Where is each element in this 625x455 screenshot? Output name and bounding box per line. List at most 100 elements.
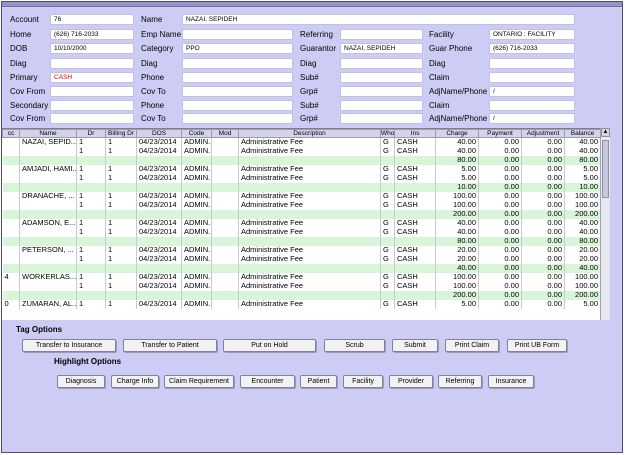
primary-claim-field[interactable] (489, 72, 575, 83)
cell-dr: 1 (76, 200, 106, 210)
cell-description: Administrative Fee (238, 173, 381, 183)
encounter-button[interactable]: Encounter (240, 375, 295, 388)
subtotal-row[interactable]: 80.00 0.00 0.00 80.00 (2, 155, 600, 165)
column-header-ins[interactable]: Ins (394, 129, 436, 138)
primary-insurance-field[interactable]: CASH (50, 72, 134, 83)
secondary-insurance-field[interactable] (50, 100, 134, 111)
column-header-charge[interactable]: Charge (435, 129, 479, 138)
table-row[interactable]: 1 1 04/23/2014 ADMIN... Administrative Fee G C… (2, 281, 600, 291)
primary-sub-field[interactable] (340, 72, 423, 83)
primary-grp-field[interactable] (340, 86, 423, 97)
cell-payment: 0.00 (478, 299, 522, 309)
scrub-button[interactable]: Scrub (324, 339, 385, 352)
cell-dr: 1 (76, 272, 106, 282)
account-field[interactable]: 76 (50, 14, 134, 25)
secondary-grp-field[interactable] (340, 113, 423, 124)
cell-name (19, 155, 77, 165)
category-field[interactable]: PPO (182, 43, 293, 54)
column-header-description[interactable]: Description (238, 129, 381, 138)
secondary-phone-field[interactable] (182, 100, 293, 111)
transfer-to-insurance-button[interactable]: Transfer to Insurance (22, 339, 116, 352)
cell-billing-dr: 1 (105, 146, 137, 156)
primary-adj-field[interactable]: / (489, 86, 575, 97)
cell-dos: 04/23/2014 (136, 227, 182, 237)
referring-field[interactable] (340, 29, 423, 40)
diag-1-field[interactable] (50, 58, 134, 69)
column-header-name[interactable]: Name (19, 129, 77, 138)
column-header-cc[interactable]: cc (2, 129, 20, 138)
column-header-adjustment[interactable]: Adjustment (521, 129, 565, 138)
scroll-up-arrow-icon[interactable]: ▲ (601, 128, 610, 137)
facility-button[interactable]: Facility (343, 375, 383, 388)
subtotal-row[interactable]: 40.00 0.00 0.00 40.00 (2, 263, 600, 273)
guar-phone-field[interactable]: (626) 716-2033 (489, 43, 575, 54)
secondary-cov-from-field[interactable] (50, 113, 134, 124)
scrollbar-thumb[interactable] (602, 140, 609, 198)
cell-balance: 5.00 (564, 299, 600, 309)
secondary-sub-field[interactable] (340, 100, 423, 111)
diag-4-field[interactable] (489, 58, 575, 69)
subtotal-row[interactable]: 200.00 0.00 0.00 200.00 (2, 290, 600, 300)
column-header-who[interactable]: Who (380, 129, 395, 138)
cell-who: G (380, 281, 395, 291)
transfer-to-patient-button[interactable]: Transfer to Patient (123, 339, 217, 352)
name-field[interactable]: NAZAI, SEPIDEH (182, 14, 575, 25)
diagnosis-button[interactable]: Diagnosis (57, 375, 105, 388)
secondary-adj-field[interactable]: / (489, 113, 575, 124)
cell-mod (211, 281, 239, 291)
table-row[interactable]: ADAMSON, E... 1 1 04/23/2014 ADMIN... Adminis… (2, 218, 600, 228)
primary-cov-to-field[interactable] (182, 86, 293, 97)
home-phone-field[interactable]: (626) 716-2033 (50, 29, 134, 40)
primary-phone-field[interactable] (182, 72, 293, 83)
column-header-balance[interactable]: Balance (564, 129, 600, 138)
column-header-dr[interactable]: Dr (76, 129, 106, 138)
grid-vertical-scrollbar[interactable]: ▲ (600, 128, 610, 320)
emp-name-field[interactable] (182, 29, 293, 40)
cell-mod (211, 200, 239, 210)
insurance-button[interactable]: Insurance (488, 375, 534, 388)
table-row[interactable]: AMJADI, HAMI... 1 1 04/23/2014 ADMIN... Admin… (2, 164, 600, 174)
diag-3-field[interactable] (340, 58, 423, 69)
table-row[interactable]: 0 ZUMARAN, AL... 1 1 04/23/2014 ADMIN... Admin… (2, 299, 600, 309)
cell-mod (211, 227, 239, 237)
table-row[interactable]: 1 1 04/23/2014 ADMIN... Administrative Fee G C… (2, 146, 600, 156)
table-row[interactable]: NAZAI, SEPID... 1 1 04/23/2014 ADMIN... Admin… (2, 137, 600, 147)
column-header-payment[interactable]: Payment (478, 129, 522, 138)
submit-button[interactable]: Submit (392, 339, 438, 352)
table-row[interactable]: 1 1 04/23/2014 ADMIN... Administrative Fee G C… (2, 200, 600, 210)
secondary-cov-to-field[interactable] (182, 113, 293, 124)
column-header-dos[interactable]: DOS (136, 129, 182, 138)
table-row[interactable]: 4 WORKERLAS... 1 1 04/23/2014 ADMIN... Adminis… (2, 272, 600, 282)
column-header-billing-dr[interactable]: Billing Dr (105, 129, 137, 138)
secondary-claim-field[interactable] (489, 100, 575, 111)
claim-requirement-button[interactable]: Claim Requirement (164, 375, 234, 388)
print-claim-button[interactable]: Print Claim (445, 339, 499, 352)
table-row[interactable]: 1 1 04/23/2014 ADMIN... Administrative Fee G C… (2, 227, 600, 237)
cell-name: ADAMSON, E... (19, 218, 77, 228)
charge-info-button[interactable]: Charge Info (111, 375, 159, 388)
patient-button[interactable]: Patient (300, 375, 337, 388)
subtotal-row[interactable]: 80.00 0.00 0.00 80.00 (2, 236, 600, 246)
facility-field[interactable]: ONTARIO : FACILITY (489, 29, 575, 40)
column-header-mod[interactable]: Mod (211, 129, 239, 138)
table-row[interactable]: 1 1 04/23/2014 ADMIN... Administrative Fee G C… (2, 254, 600, 264)
primary-cov-from-field[interactable] (50, 86, 134, 97)
cell-charge: 40.00 (435, 227, 479, 237)
guarantor-field[interactable]: NAZAI, SEPIDEH (340, 43, 423, 54)
table-row[interactable]: PETERSON, ... 1 1 04/23/2014 ADMIN... Adminis… (2, 245, 600, 255)
diag-2-field[interactable] (182, 58, 293, 69)
cell-charge: 80.00 (435, 236, 479, 246)
print-ub-form-button[interactable]: Print UB Form (507, 339, 567, 352)
cell-code: ADMIN... (181, 146, 212, 156)
cell-adjustment: 0.00 (521, 218, 565, 228)
referring-button[interactable]: Referring (438, 375, 482, 388)
column-header-code[interactable]: Code (181, 129, 212, 138)
put-on-hold-button[interactable]: Put on Hold (223, 339, 316, 352)
provider-button[interactable]: Provider (389, 375, 433, 388)
cell-description: Administrative Fee (238, 218, 381, 228)
subtotal-row[interactable]: 10.00 0.00 0.00 10.00 (2, 182, 600, 192)
table-row[interactable]: 1 1 04/23/2014 ADMIN... Administrative Fee G C… (2, 173, 600, 183)
table-row[interactable]: DRANACHE, ... 1 1 04/23/2014 ADMIN... Adminis… (2, 191, 600, 201)
dob-field[interactable]: 10/10/2000 (50, 43, 134, 54)
subtotal-row[interactable]: 200.00 0.00 0.00 200.00 (2, 209, 600, 219)
